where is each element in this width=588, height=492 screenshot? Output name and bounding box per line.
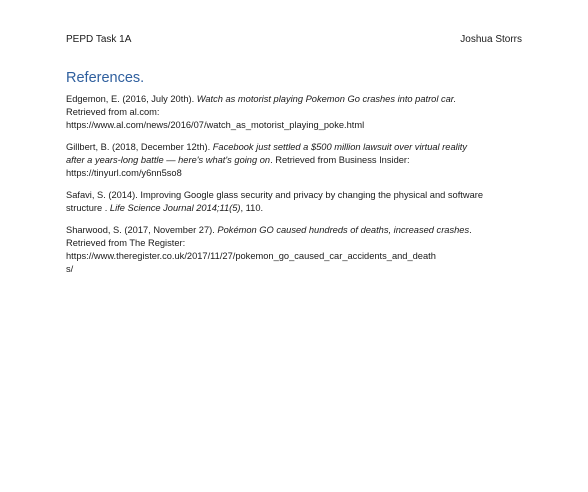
reference-title: Life Science Journal 2014;11(5) [109,203,241,213]
reference-line: Safavi, S. (2014). Improving Google glas… [66,189,526,202]
reference-entry: Sharwood, S. (2017, November 27). Pokémo… [66,224,526,276]
reference-url: https://www.theregister.co.uk/2017/11/27… [66,250,526,263]
reference-text: . [469,225,472,235]
reference-url: s/ [66,263,526,276]
reference-line: structure . Life Science Journal 2014;11… [66,202,526,215]
reference-text: https://www.al.com/news/2016/07/watch_as… [66,120,365,130]
reference-text: Gillbert, B. (2018, December 12th). [66,142,213,152]
reference-title: after a years-long battle — here's what'… [66,155,271,165]
references-list: Edgemon, E. (2016, July 20th). Watch as … [66,93,526,285]
document-page: PEPD Task 1A Joshua Storrs References. E… [0,0,588,492]
reference-text: . Retrieved from Business Insider: [270,155,410,165]
reference-text: https://www.theregister.co.uk/2017/11/27… [66,251,436,261]
reference-text: , 110. [240,203,264,213]
reference-text: https://tinyurl.com/y6nn5so8 [66,168,182,178]
page-header: PEPD Task 1A Joshua Storrs [66,33,522,46]
reference-text: Retrieved from al.com: [66,107,160,117]
reference-entry: Safavi, S. (2014). Improving Google glas… [66,189,526,215]
reference-title: Facebook just settled a $500 million law… [212,142,467,152]
reference-text: Safavi, S. (2014). Improving Google glas… [66,190,484,200]
reference-url: https://www.al.com/news/2016/07/watch_as… [66,119,526,132]
reference-line: Edgemon, E. (2016, July 20th). Watch as … [66,93,526,106]
reference-line: Retrieved from al.com: [66,106,526,119]
reference-line: Retrieved from The Register: [66,237,526,250]
reference-line: Gillbert, B. (2018, December 12th). Face… [66,141,526,154]
reference-line: Sharwood, S. (2017, November 27). Pokémo… [66,224,526,237]
reference-entry: Edgemon, E. (2016, July 20th). Watch as … [66,93,526,132]
reference-line: after a years-long battle — here's what'… [66,154,526,167]
references-heading: References. [66,70,145,86]
reference-title: Watch as motorist playing Pokemon Go cra… [196,94,457,104]
reference-text: structure . [66,203,110,213]
reference-text: Edgemon, E. (2016, July 20th). [66,94,197,104]
header-author-name: Joshua Storrs [460,34,522,45]
reference-text: s/ [66,264,74,274]
reference-url: https://tinyurl.com/y6nn5so8 [66,167,526,180]
reference-text: Retrieved from The Register: [66,238,186,248]
reference-text: Sharwood, S. (2017, November 27). [66,225,218,235]
header-task-label: PEPD Task 1A [66,34,132,45]
reference-entry: Gillbert, B. (2018, December 12th). Face… [66,141,526,180]
reference-title: Pokémon GO caused hundreds of deaths, in… [217,225,470,235]
